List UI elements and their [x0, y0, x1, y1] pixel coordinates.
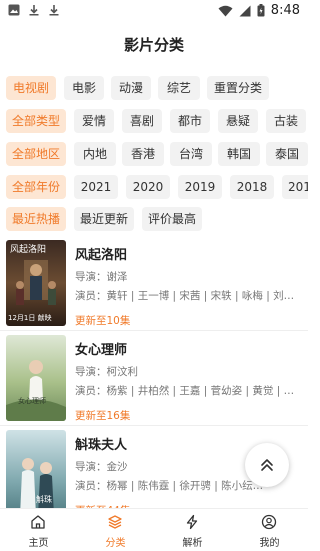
tab-home[interactable]: 主页 — [0, 509, 77, 551]
tab-home-label: 主页 — [28, 538, 49, 549]
filter-type-option[interactable]: 都市 — [170, 109, 210, 133]
download-notification-icon — [29, 5, 39, 16]
filter-row-year: 全部年份 2021 2020 2019 2018 201 — [0, 175, 308, 199]
video-update-status: 更新至10集 — [75, 315, 131, 327]
sort-selected[interactable]: 最近热播 — [6, 207, 66, 231]
filter-type-option[interactable]: 爱情 — [74, 109, 114, 133]
battery-icon — [257, 4, 265, 17]
poster-image[interactable]: 斛珠 — [6, 430, 66, 516]
app-header: 影片分类 — [0, 30, 308, 60]
filter-row-sort: 最近热播 最近更新 评价最高 — [0, 207, 308, 231]
page-title: 影片分类 — [123, 36, 184, 54]
poster-image[interactable]: 风起洛阳 12月1日 献映 — [6, 240, 66, 326]
filter-year-option[interactable]: 201 — [282, 175, 308, 199]
video-director: 导演：柯汶利 — [75, 366, 138, 378]
filter-region-option[interactable]: 香港 — [122, 142, 164, 166]
video-update-status: 更新至16集 — [75, 410, 131, 422]
sort-option[interactable]: 评价最高 — [142, 207, 202, 231]
video-title[interactable]: 女心理师 — [75, 339, 127, 358]
video-title[interactable]: 斛珠夫人 — [75, 434, 127, 453]
bolt-icon — [186, 514, 198, 530]
status-bar: 8:48 — [0, 0, 308, 24]
double-chevron-up-icon — [261, 459, 273, 471]
video-item[interactable]: 女心理师 女心理师 导演：柯汶利 演员：杨紫 | 井柏然 | 王嘉 | 菅幼姿 … — [0, 331, 308, 422]
notification-icons — [8, 4, 60, 16]
home-icon — [31, 515, 45, 529]
filter-region-option[interactable]: 泰国 — [266, 142, 308, 166]
tab-profile[interactable]: 我的 — [231, 509, 308, 551]
poster-title-art: 风起洛阳 — [10, 243, 46, 255]
tab-category[interactable]: 分类 — [77, 509, 154, 551]
filter-row-region: 全部地区 内地 香港 台湾 韩国 泰国 — [0, 142, 308, 166]
filter-type-option[interactable]: 喜剧 — [122, 109, 162, 133]
video-director: 导演：谢泽 — [75, 271, 128, 283]
filter-type-selected[interactable]: 全部类型 — [6, 109, 66, 133]
poster-image[interactable]: 女心理师 — [6, 335, 66, 421]
scroll-to-top-button[interactable] — [245, 443, 289, 487]
clock: 8:48 — [270, 3, 300, 18]
filter-channel-selected[interactable]: 电视剧 — [6, 76, 56, 100]
video-title[interactable]: 风起洛阳 — [75, 244, 127, 263]
filter-type-option[interactable]: 古装 — [266, 109, 306, 133]
image-notification-icon — [8, 4, 20, 16]
download-notification-icon-2 — [49, 5, 59, 16]
video-actors: 演员：黄轩 | 王一博 | 宋茜 | 宋轶 | 咏梅 | 刘端… — [75, 290, 297, 302]
tab-parse-label: 解析 — [182, 538, 203, 549]
signal-icon — [239, 5, 251, 16]
filter-channel-option[interactable]: 综艺 — [158, 76, 200, 100]
layers-icon — [108, 515, 122, 529]
filter-year-option[interactable]: 2019 — [178, 175, 222, 199]
sort-option[interactable]: 最近更新 — [74, 207, 134, 231]
video-item[interactable]: 风起洛阳 12月1日 献映 风起洛阳 导演：谢泽 演员：黄轩 | 王一博 | 宋… — [0, 236, 308, 327]
filter-row-type: 全部类型 爱情 喜剧 都市 悬疑 古装 — [0, 109, 308, 133]
filter-channel-option[interactable]: 动漫 — [111, 76, 151, 100]
reset-filters-button[interactable]: 重置分类 — [207, 76, 269, 100]
filter-channel-option[interactable]: 电影 — [64, 76, 104, 100]
filter-region-option[interactable]: 内地 — [74, 142, 116, 166]
poster-date-label: 12月1日 献映 — [8, 314, 52, 322]
filter-row-channel: 电视剧 电影 动漫 综艺 重置分类 — [0, 76, 308, 100]
video-actors: 演员：杨紫 | 井柏然 | 王嘉 | 菅幼姿 | 黄觉 | 倪… — [75, 385, 297, 397]
tab-parse[interactable]: 解析 — [154, 509, 231, 551]
wifi-icon — [218, 5, 233, 16]
filter-year-option[interactable]: 2021 — [74, 175, 118, 199]
filter-type-option[interactable]: 悬疑 — [218, 109, 258, 133]
system-icons: 8:48 — [218, 3, 300, 18]
tab-profile-label: 我的 — [259, 538, 280, 549]
bottom-tab-bar: 主页 分类 解析 我的 — [0, 508, 308, 551]
filter-year-option[interactable]: 2018 — [230, 175, 274, 199]
filter-region-option[interactable]: 台湾 — [170, 142, 212, 166]
poster-title-art: 斛珠 — [36, 494, 52, 504]
filter-year-option[interactable]: 2020 — [126, 175, 170, 199]
filter-year-selected[interactable]: 全部年份 — [6, 175, 66, 199]
filter-region-option[interactable]: 韩国 — [218, 142, 260, 166]
poster-title-art: 女心理师 — [18, 396, 46, 405]
user-icon — [261, 514, 277, 530]
tab-category-label: 分类 — [105, 538, 126, 549]
filter-region-selected[interactable]: 全部地区 — [6, 142, 66, 166]
